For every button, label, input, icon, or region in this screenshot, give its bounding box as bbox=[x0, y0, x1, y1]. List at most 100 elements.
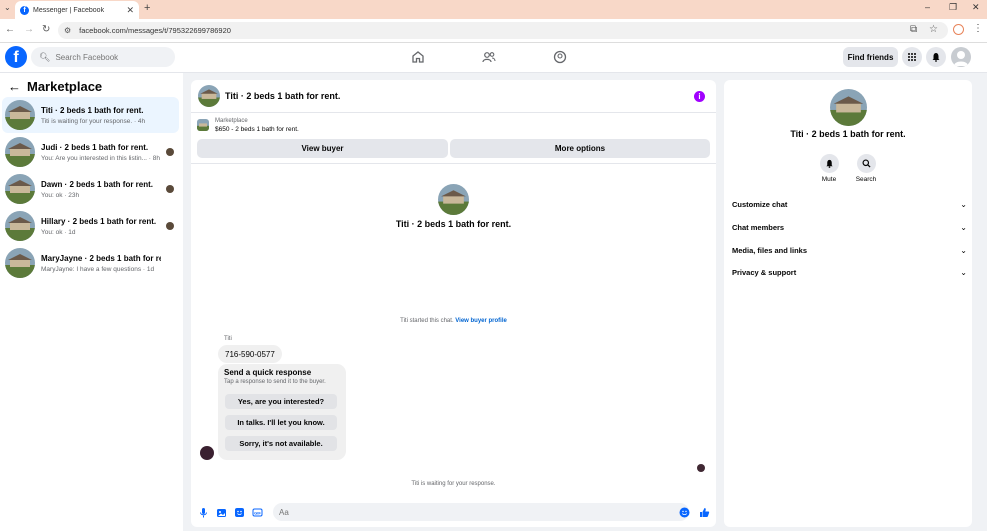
mute-bell-icon[interactable] bbox=[819, 154, 839, 173]
chat-started-notice: Titi started this chat. View buyer profi… bbox=[191, 318, 716, 324]
notifications-bell-icon[interactable] bbox=[926, 47, 946, 67]
row-label: Customize chat bbox=[732, 199, 788, 209]
mute-label: Mute bbox=[821, 176, 837, 183]
url-text: facebook.com/messages/t/795322699786920 bbox=[79, 26, 231, 35]
conversation-item[interactable]: Hillary · 2 beds 1 bath for rent. You: o… bbox=[2, 208, 179, 244]
chat-details-panel: Titi · 2 beds 1 bath for rent. Mute Sear… bbox=[724, 80, 972, 527]
privacy-support-row[interactable]: Privacy & support ⌄ bbox=[732, 265, 967, 279]
url-field[interactable]: ⚙ facebook.com/messages/t/79532269978692… bbox=[58, 22, 948, 39]
more-options-button[interactable]: More options bbox=[450, 139, 710, 158]
chat-center-name: Titi · 2 beds 1 bath for rent. bbox=[395, 219, 512, 229]
chat-center-avatar bbox=[438, 184, 469, 215]
conversation-preview: You: ok · 23h bbox=[41, 191, 80, 199]
search-icon[interactable] bbox=[856, 154, 876, 173]
marketplace-label: Marketplace bbox=[215, 118, 248, 124]
reload-icon[interactable]: ↻ bbox=[42, 24, 50, 35]
install-app-icon[interactable]: ⧉ bbox=[910, 24, 917, 35]
details-avatar bbox=[830, 89, 867, 126]
marketplace-listing-bar: Marketplace $650 - 2 beds 1 bath for ren… bbox=[191, 113, 716, 164]
mute-action[interactable]: Mute bbox=[809, 154, 849, 183]
chat-members-row[interactable]: Chat members ⌄ bbox=[732, 220, 967, 234]
info-icon[interactable]: i bbox=[694, 91, 705, 102]
row-label: Media, files and links bbox=[732, 245, 808, 255]
conversation-item[interactable]: MaryJayne · 2 beds 1 bath for rent. Mary… bbox=[2, 245, 179, 281]
tab-title: Messenger | Facebook bbox=[33, 6, 105, 14]
details-name: Titi · 2 beds 1 bath for rent. bbox=[790, 129, 906, 139]
customize-chat-row[interactable]: Customize chat ⌄ bbox=[732, 197, 967, 211]
chevron-down-icon: ⌄ bbox=[960, 222, 967, 232]
message-composer: GIF bbox=[191, 500, 716, 527]
media-files-links-row[interactable]: Media, files and links ⌄ bbox=[732, 243, 967, 257]
conversation-item[interactable]: Dawn · 2 beds 1 bath for rent. You: ok ·… bbox=[2, 171, 179, 207]
minimize-icon[interactable]: – bbox=[925, 2, 930, 12]
view-buyer-button[interactable]: View buyer bbox=[197, 139, 448, 158]
browser-menu-icon[interactable]: ⋮ bbox=[973, 23, 983, 34]
friends-icon[interactable] bbox=[482, 50, 496, 64]
house-thumbnail bbox=[5, 137, 35, 167]
menu-grid-icon[interactable] bbox=[902, 47, 922, 67]
conversation-preview: You: Are you interested in this listin..… bbox=[41, 154, 160, 162]
conversation-name: Dawn · 2 beds 1 bath for rent. bbox=[41, 179, 154, 189]
facebook-logo-icon[interactable]: f bbox=[5, 46, 27, 68]
view-buyer-profile-link[interactable]: View buyer profile bbox=[455, 318, 507, 324]
quick-reply-in-talks-button[interactable]: In talks. I'll let you know. bbox=[225, 415, 337, 430]
back-arrow-icon[interactable]: ← bbox=[8, 79, 21, 94]
facebook-search[interactable]: 🔍︎ bbox=[31, 47, 175, 67]
marketplace-header: ← Marketplace bbox=[8, 79, 102, 94]
seen-avatar bbox=[166, 148, 174, 156]
seen-avatar bbox=[166, 185, 174, 193]
conversation-item[interactable]: Judi · 2 beds 1 bath for rent. You: Are … bbox=[2, 134, 179, 170]
emoji-icon[interactable] bbox=[679, 507, 690, 518]
chevron-down-icon: ⌄ bbox=[960, 245, 967, 255]
search-icon: 🔍︎ bbox=[39, 51, 51, 62]
quick-reply-not-available-button[interactable]: Sorry, it's not available. bbox=[225, 436, 337, 451]
sticker-icon[interactable] bbox=[234, 507, 245, 518]
groups-icon[interactable] bbox=[553, 50, 567, 64]
conversation-preview: You: ok · 1d bbox=[41, 228, 76, 236]
site-info-icon[interactable]: ⚙ bbox=[64, 26, 71, 35]
find-friends-button[interactable]: Find friends bbox=[843, 47, 898, 67]
search-label: Search bbox=[855, 176, 877, 183]
row-label: Chat members bbox=[732, 222, 785, 232]
conversation-preview: MaryJayne: I have a few questions · 1d bbox=[41, 265, 155, 273]
close-tab-icon[interactable]: ✕ bbox=[126, 5, 134, 16]
quick-response-title: Send a quick response bbox=[224, 368, 312, 377]
sender-avatar bbox=[200, 446, 214, 460]
chat-title[interactable]: Titi · 2 beds 1 bath for rent. bbox=[225, 91, 340, 101]
house-thumbnail bbox=[5, 248, 35, 278]
quick-reply-interested-button[interactable]: Yes, are you interested? bbox=[225, 394, 337, 409]
chat-avatar[interactable] bbox=[198, 85, 220, 107]
tab-search-icon[interactable]: ⌄ bbox=[4, 3, 11, 12]
conversation-name: MaryJayne · 2 beds 1 bath for rent. bbox=[41, 253, 161, 263]
seen-avatar bbox=[166, 222, 174, 230]
marketplace-title: Marketplace bbox=[27, 79, 103, 94]
browser-profile-icon[interactable] bbox=[953, 24, 964, 35]
restore-icon[interactable]: ❐ bbox=[949, 2, 957, 13]
conversation-item[interactable]: Titi · 2 beds 1 bath for rent. Titi is w… bbox=[2, 97, 179, 133]
search-action[interactable]: Search bbox=[846, 154, 886, 183]
conversation-preview: Titi is waiting for your response. · 4h bbox=[41, 117, 146, 125]
new-tab-icon[interactable]: + bbox=[144, 2, 150, 14]
address-bar-row: ← → ↻ ⚙ facebook.com/messages/t/79532269… bbox=[0, 19, 987, 43]
forward-icon[interactable]: → bbox=[24, 24, 34, 35]
row-label: Privacy & support bbox=[732, 267, 797, 277]
search-input[interactable] bbox=[55, 52, 166, 62]
thumbs-up-icon[interactable] bbox=[699, 507, 710, 518]
bookmark-star-icon[interactable]: ☆ bbox=[929, 24, 938, 35]
listing-thumbnail bbox=[197, 119, 209, 131]
svg-text:GIF: GIF bbox=[254, 510, 261, 515]
microphone-icon[interactable] bbox=[198, 507, 209, 518]
conversation-name: Hillary · 2 beds 1 bath for rent. bbox=[41, 216, 157, 226]
back-icon[interactable]: ← bbox=[5, 24, 15, 35]
photo-icon[interactable] bbox=[216, 507, 227, 518]
close-window-icon[interactable]: ✕ bbox=[972, 2, 980, 13]
quick-response-subtitle: Tap a response to send it to the buyer. bbox=[224, 379, 326, 385]
house-thumbnail bbox=[5, 174, 35, 204]
house-thumbnail bbox=[5, 211, 35, 241]
listing-price-title[interactable]: $650 - 2 beds 1 bath for rent. bbox=[215, 126, 299, 133]
browser-tab[interactable]: f Messenger | Facebook ✕ bbox=[15, 1, 139, 19]
home-icon[interactable] bbox=[411, 50, 425, 64]
gif-icon[interactable]: GIF bbox=[252, 507, 263, 518]
account-avatar[interactable] bbox=[951, 47, 971, 67]
message-input[interactable] bbox=[273, 503, 689, 521]
